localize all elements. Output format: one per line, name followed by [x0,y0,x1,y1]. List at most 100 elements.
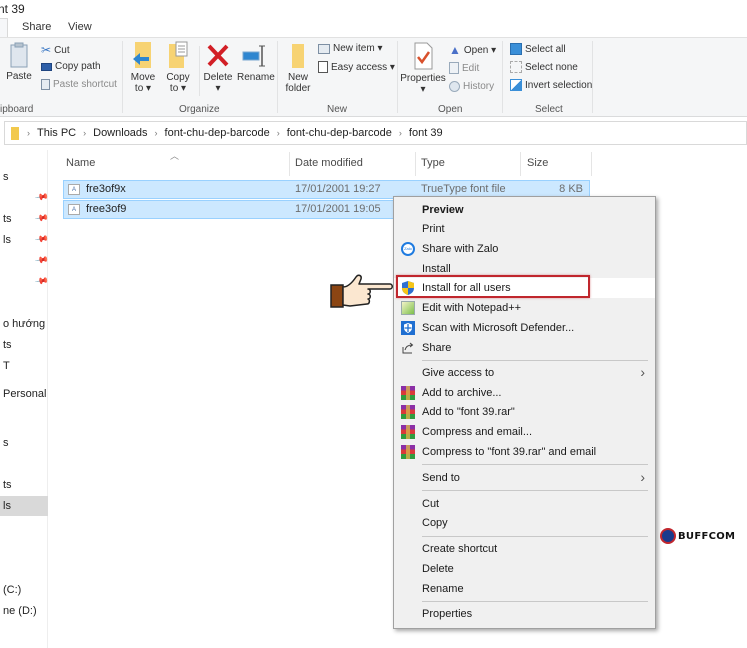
organize-group-label: Organize [179,104,220,115]
move-to-button[interactable]: Move to ▾ [128,41,158,94]
open-icon: ▲ [449,43,461,57]
font-file-icon: A [68,204,80,215]
nav-item[interactable]: Personal [3,388,47,400]
nav-item[interactable]: o hướng c [3,318,47,330]
copy-to-label: Copy [166,72,190,83]
new-folder-label-2: folder [285,83,311,94]
nav-item[interactable]: s [3,171,47,183]
menu-item-label: Add to "font 39.rar" [422,406,515,418]
sort-ascending-icon: ︿ [170,151,180,161]
nav-item-drive-d[interactable]: ne (D:) [3,605,47,617]
group-separator [397,41,398,113]
new-item-icon [318,43,330,54]
menu-item-compress-and-email[interactable]: Compress and email... [394,422,655,442]
column-separator[interactable] [591,152,592,176]
cut-button[interactable]: ✂ Cut [41,43,70,57]
tab-home-edge[interactable] [0,18,8,37]
menu-item-label: Create shortcut [422,543,498,555]
invert-selection-button[interactable]: Invert selection [510,79,592,91]
nav-item-drive-c[interactable]: (C:) [3,584,47,596]
rename-button[interactable]: Rename [237,43,275,83]
buffcom-logo-icon [660,528,676,544]
paste-button[interactable]: Paste [5,42,33,82]
address-bar[interactable]: › This PC › Downloads › font-chu-dep-bar… [4,121,747,145]
group-separator [592,41,593,113]
menu-item-delete[interactable]: Delete [394,559,655,579]
share-icon [402,342,414,354]
menu-item-compress-to-rar-and-email[interactable]: Compress to "font 39.rar" and email [394,442,655,462]
column-separator[interactable] [415,152,416,176]
menu-item-rename[interactable]: Rename [394,579,655,599]
nav-item[interactable]: T [3,360,47,372]
file-type: TrueType font file [421,183,506,195]
properties-caret: ▾ [420,84,426,95]
delete-button[interactable]: Delete ▾ [203,43,233,94]
new-group-label: New [327,104,348,115]
menu-item-print[interactable]: Print [394,219,655,239]
pin-icon: 📌 [34,189,50,205]
column-separator[interactable] [289,152,290,176]
copy-path-button[interactable]: Copy path [41,61,101,72]
tab-share[interactable]: Share [22,21,51,33]
paste-shortcut-icon [41,79,50,90]
breadcrumb-downloads[interactable]: Downloads [93,127,147,139]
select-none-label: Select none [525,61,578,73]
nav-item[interactable]: ts [3,479,47,491]
select-none-button[interactable]: Select none [510,61,578,73]
nav-item-selected[interactable]: ls [0,496,48,516]
pin-icon: 📌 [34,273,50,289]
menu-item-properties[interactable]: Properties [394,604,655,624]
watermark-text: BUFFCOM [678,530,736,542]
winrar-icon [401,445,415,459]
menu-item-give-access-to[interactable]: Give access to › [394,363,655,383]
menu-item-add-to-font-39-rar[interactable]: Add to "font 39.rar" [394,402,655,422]
breadcrumb-font-chu-dep-barcode-2[interactable]: font-chu-dep-barcode [287,127,392,139]
menu-item-label: Give access to [422,367,495,379]
ribbon: Paste ✂ Cut Copy path Paste shortcut ipb… [0,37,747,117]
paste-shortcut-button[interactable]: Paste shortcut [41,79,117,90]
nav-item[interactable]: ts [3,339,47,351]
menu-item-label: Install [422,263,451,275]
edit-button[interactable]: Edit [449,62,479,74]
pin-icon: 📌 [34,252,50,268]
history-button[interactable]: History [449,81,494,92]
new-item-label: New item ▾ [333,43,383,54]
menu-item-send-to[interactable]: Send to › [394,468,655,488]
menu-item-add-to-archive[interactable]: Add to archive... [394,383,655,403]
properties-button[interactable]: Properties ▾ [400,42,446,95]
menu-item-copy[interactable]: Copy [394,513,655,533]
column-separator[interactable] [520,152,521,176]
easy-access-button[interactable]: Easy access ▾ [318,61,395,73]
breadcrumb-font-39[interactable]: font 39 [409,127,443,139]
menu-item-label: Send to [422,472,460,484]
file-size: 8 KB [559,183,583,195]
new-item-button[interactable]: New item ▾ [318,43,382,54]
menu-separator [422,536,648,537]
menu-item-preview[interactable]: Preview [394,200,655,220]
menu-item-edit-with-notepad-plus[interactable]: Edit with Notepad++ [394,298,655,318]
menu-item-share[interactable]: Share [394,338,655,358]
copy-to-button[interactable]: Copy to ▾ [163,41,193,94]
nav-item[interactable]: s [3,437,47,449]
menu-item-share-with-zalo[interactable]: Zalo Share with Zalo [394,239,655,259]
group-separator [122,41,123,113]
file-date: 17/01/2001 19:27 [295,183,381,195]
menu-item-label: Scan with Microsoft Defender... [422,322,575,334]
select-all-label: Select all [525,43,566,55]
menu-item-create-shortcut[interactable]: Create shortcut [394,539,655,559]
clipboard-group-label: ipboard [0,104,34,115]
new-folder-button[interactable]: New folder [283,43,313,94]
menu-separator [422,601,648,602]
breadcrumb-font-chu-dep-barcode[interactable]: font-chu-dep-barcode [165,127,270,139]
select-all-button[interactable]: Select all [510,43,566,55]
chevron-right-icon: › [640,364,645,380]
buffcom-watermark: BUFFCOM [660,528,735,544]
tab-view[interactable]: View [68,21,92,33]
winrar-icon [401,386,415,400]
breadcrumb-this-pc[interactable]: This PC [37,127,76,139]
clipboard-icon [10,42,28,68]
menu-item-label: Cut [422,498,440,510]
open-button[interactable]: ▲ Open ▾ [449,43,496,57]
menu-item-cut[interactable]: Cut [394,494,655,514]
menu-item-scan-with-defender[interactable]: Scan with Microsoft Defender... [394,318,655,338]
